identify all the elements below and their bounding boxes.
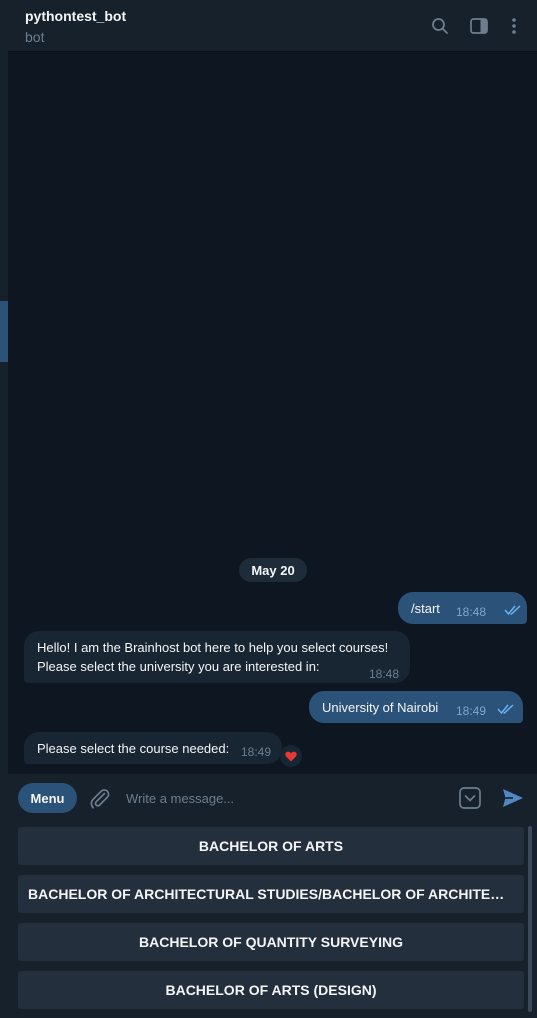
keyboard-button-label: BACHELOR OF ARTS [198,838,344,854]
telegram-chat-window: pythontest_bot bot May 20 /start 18:48 H… [0,0,537,1018]
message-time: 18:49 [456,704,487,718]
keyboard-scrollbar[interactable] [528,826,532,1012]
heart-reaction-icon[interactable] [280,745,302,767]
chat-list-strip [0,0,8,1018]
chat-title[interactable]: pythontest_bot [25,8,126,24]
active-chat-indicator[interactable] [0,301,8,362]
message-time: 18:48 [369,667,400,681]
sidebar-toggle-icon[interactable] [467,14,491,38]
message-text: /start [411,601,440,616]
incoming-message[interactable]: Please select the course needed: 18:49 [24,732,282,764]
chat-subtitle: bot [25,29,45,45]
keyboard-button-label: BACHELOR OF ARTS (DESIGN) [165,982,377,998]
message-input[interactable] [124,786,444,810]
keyboard-button[interactable]: BACHELOR OF ARTS [18,827,524,865]
message-list[interactable]: May 20 /start 18:48 Hello! I am the Brai… [8,53,537,774]
keyboard-button[interactable]: BACHELOR OF QUANTITY SURVEYING [18,923,524,961]
read-ticks-icon [497,704,514,715]
send-icon[interactable] [501,786,525,810]
date-separator: May 20 [239,558,307,582]
outgoing-message[interactable]: University of Nairobi 18:49 [309,691,523,723]
message-text-line-2: Please select the university you are int… [37,659,320,674]
message-time: 18:49 [241,745,272,759]
outgoing-message[interactable]: /start 18:48 [398,592,527,624]
message-time: 18:48 [456,605,487,619]
keyboard-button-label: BACHELOR OF ARCHITECTURAL STUDIES/BACHEL… [28,886,514,902]
bot-menu-button[interactable]: Menu [18,783,77,813]
message-text-line-1: Hello! I am the Brainhost bot here to he… [37,640,389,655]
keyboard-button[interactable]: BACHELOR OF ARTS (DESIGN) [18,971,524,1009]
keyboard-button[interactable]: BACHELOR OF ARCHITECTURAL STUDIES/BACHEL… [18,875,524,913]
read-ticks-icon [504,605,521,616]
keyboard-button-label: BACHELOR OF QUANTITY SURVEYING [139,934,403,950]
message-composer: Menu [8,774,537,820]
paperclip-icon[interactable] [88,786,112,810]
more-vertical-icon[interactable] [502,14,526,38]
bot-keyboard-toggle-icon[interactable] [458,786,482,810]
message-text: University of Nairobi [322,700,439,715]
message-text: Please select the course needed: [37,741,230,756]
search-icon[interactable] [428,14,452,38]
incoming-message[interactable]: Hello! I am the Brainhost bot here to he… [24,631,410,683]
chat-header: pythontest_bot bot [8,0,537,52]
reply-keyboard: BACHELOR OF ARTS BACHELOR OF ARCHITECTUR… [8,820,537,1018]
